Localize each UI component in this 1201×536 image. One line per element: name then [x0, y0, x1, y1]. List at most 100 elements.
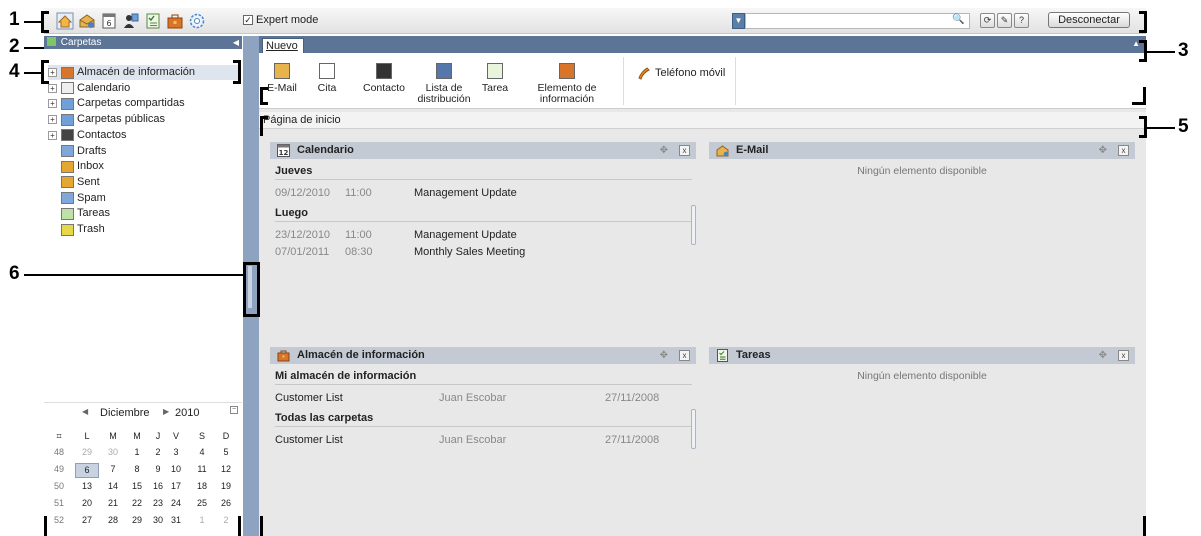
event-date: 23/12/2010	[275, 229, 331, 241]
calendar-day[interactable]: 3	[164, 446, 188, 459]
new-briefcase-button[interactable]: Elemento de información	[535, 63, 599, 105]
calendar-day[interactable]: 12	[214, 463, 238, 476]
tab-nuevo[interactable]: Nuevo	[262, 38, 304, 53]
calendar-day[interactable]: 21	[101, 497, 125, 510]
collapse-icon[interactable]: ◀	[233, 36, 239, 49]
move-icon[interactable]: ✥	[660, 142, 668, 159]
refresh-button[interactable]: ⟳	[980, 13, 995, 28]
week-number[interactable]: 48	[47, 446, 71, 459]
folder-item[interactable]: + Contactos	[48, 128, 127, 143]
widget-header[interactable]: Almacén de información ✥ x	[270, 347, 696, 364]
new-calendar-button[interactable]: Cita	[315, 63, 339, 94]
widget-header[interactable]: Tareas ✥ x	[709, 347, 1135, 364]
folder-item[interactable]: Trash	[48, 222, 105, 237]
help-button[interactable]: ?	[1014, 13, 1029, 28]
mail-icon[interactable]	[78, 12, 96, 30]
expand-icon[interactable]: +	[48, 130, 57, 140]
list-item[interactable]: 23/12/2010 11:00 Management Update	[275, 227, 692, 243]
widget-header[interactable]: 12 Calendario ✥ x	[270, 142, 696, 159]
close-icon[interactable]: x	[679, 145, 690, 156]
minimize-calendar-icon[interactable]: −	[230, 406, 238, 414]
close-icon[interactable]: x	[1118, 350, 1129, 361]
briefcase-icon[interactable]	[166, 12, 184, 30]
folder-item[interactable]: Spam	[48, 191, 106, 206]
folder-item[interactable]: Drafts	[48, 144, 106, 159]
logout-button[interactable]: Desconectar	[1048, 12, 1130, 28]
calendar-day[interactable]: 30	[101, 446, 125, 459]
calendar-day[interactable]: 31	[164, 514, 188, 527]
widget-scrollbar[interactable]	[691, 205, 696, 245]
folder-item[interactable]: Sent	[48, 175, 100, 190]
folder-item[interactable]: Tareas	[48, 206, 110, 221]
mini-calendar-year[interactable]: 2010	[175, 407, 199, 419]
folder-item[interactable]: + Almacén de información	[48, 65, 238, 80]
calendar-day[interactable]: 25	[190, 497, 214, 510]
move-icon[interactable]: ✥	[1099, 142, 1107, 159]
search-icon[interactable]: 🔍	[952, 14, 964, 25]
new-mail-button[interactable]: E-Mail	[265, 63, 299, 94]
tasks-icon[interactable]	[144, 12, 162, 30]
close-icon[interactable]: x	[1118, 145, 1129, 156]
calendar-day[interactable]: 1	[190, 514, 214, 527]
prev-month-icon[interactable]: ◀	[82, 407, 88, 416]
close-icon[interactable]: x	[679, 350, 690, 361]
contacts-icon[interactable]	[122, 12, 140, 30]
calendar-day[interactable]: 17	[164, 480, 188, 493]
callout-bracket	[1139, 11, 1147, 33]
calendar-day[interactable]: 24	[164, 497, 188, 510]
expert-mode-checkbox[interactable]: ✓ Expert mode	[243, 14, 318, 26]
tools-button[interactable]: ✎	[997, 13, 1012, 28]
widget-scrollbar[interactable]	[691, 409, 696, 449]
week-number[interactable]: 50	[47, 480, 71, 493]
next-month-icon[interactable]: ▶	[163, 407, 169, 416]
calendar-icon[interactable]: 6	[100, 12, 118, 30]
calendar-week-row: 49 6 7 8 9 10 11 12	[44, 463, 242, 478]
list-item[interactable]: 07/01/2011 08:30 Monthly Sales Meeting	[275, 244, 692, 260]
calendar-day[interactable]: 7	[101, 463, 125, 476]
home-icon[interactable]	[56, 12, 74, 30]
new-distribution-list-button[interactable]: Lista de distribución	[417, 63, 471, 105]
calendar-icon	[319, 63, 335, 79]
calendar-day[interactable]: 11	[190, 463, 214, 476]
search-input[interactable]	[745, 13, 970, 29]
calendar-day[interactable]: 18	[190, 480, 214, 493]
calendar-day[interactable]: 27	[75, 514, 99, 527]
folder-item[interactable]: + Carpetas compartidas	[48, 96, 185, 111]
calendar-day[interactable]: 5	[214, 446, 238, 459]
folder-item[interactable]: + Calendario	[48, 81, 130, 96]
calendar-day[interactable]: 10	[164, 463, 188, 476]
calendar-day[interactable]: 4	[190, 446, 214, 459]
week-select-icon[interactable]: ⌗	[47, 430, 71, 443]
calendar-day[interactable]: 2	[214, 514, 238, 527]
new-contact-button[interactable]: Contacto	[359, 63, 409, 94]
calendar-day[interactable]: 14	[101, 480, 125, 493]
expand-icon[interactable]: +	[48, 83, 57, 93]
list-item[interactable]: Customer List Juan Escobar 27/11/2008	[275, 432, 692, 448]
week-number[interactable]: 51	[47, 497, 71, 510]
expand-icon[interactable]: +	[48, 99, 57, 109]
list-item[interactable]: Customer List Juan Escobar 27/11/2008	[275, 390, 692, 406]
move-icon[interactable]: ✥	[660, 347, 668, 364]
new-mobile-phone-button[interactable]: Teléfono móvil	[637, 66, 725, 80]
folder-item[interactable]: + Carpetas públicas	[48, 112, 165, 127]
list-item[interactable]: 09/12/2010 11:00 Management Update	[275, 185, 692, 201]
mini-calendar-month[interactable]: Diciembre	[100, 407, 150, 419]
calendar-day[interactable]: 13	[75, 480, 99, 493]
widget-header[interactable]: E-Mail ✥ x	[709, 142, 1135, 159]
settings-icon[interactable]	[188, 12, 206, 30]
move-icon[interactable]: ✥	[1099, 347, 1107, 364]
calendar-day[interactable]: 20	[75, 497, 99, 510]
new-task-button[interactable]: Tarea	[480, 63, 510, 94]
calendar-day[interactable]: 6	[75, 463, 99, 478]
week-number[interactable]: 52	[47, 514, 71, 527]
calendar-day[interactable]: 28	[101, 514, 125, 527]
calendar-day[interactable]: 29	[75, 446, 99, 459]
calendar-day[interactable]: 19	[214, 480, 238, 493]
week-number[interactable]: 49	[47, 463, 71, 476]
folder-item[interactable]: Inbox	[48, 159, 104, 174]
expand-icon[interactable]: +	[48, 68, 57, 77]
search-scope-dropdown[interactable]: ▼	[732, 13, 745, 29]
calendar-day[interactable]: 26	[214, 497, 238, 510]
checkbox-check-icon[interactable]: ✓	[243, 15, 253, 25]
expand-icon[interactable]: +	[48, 115, 57, 125]
